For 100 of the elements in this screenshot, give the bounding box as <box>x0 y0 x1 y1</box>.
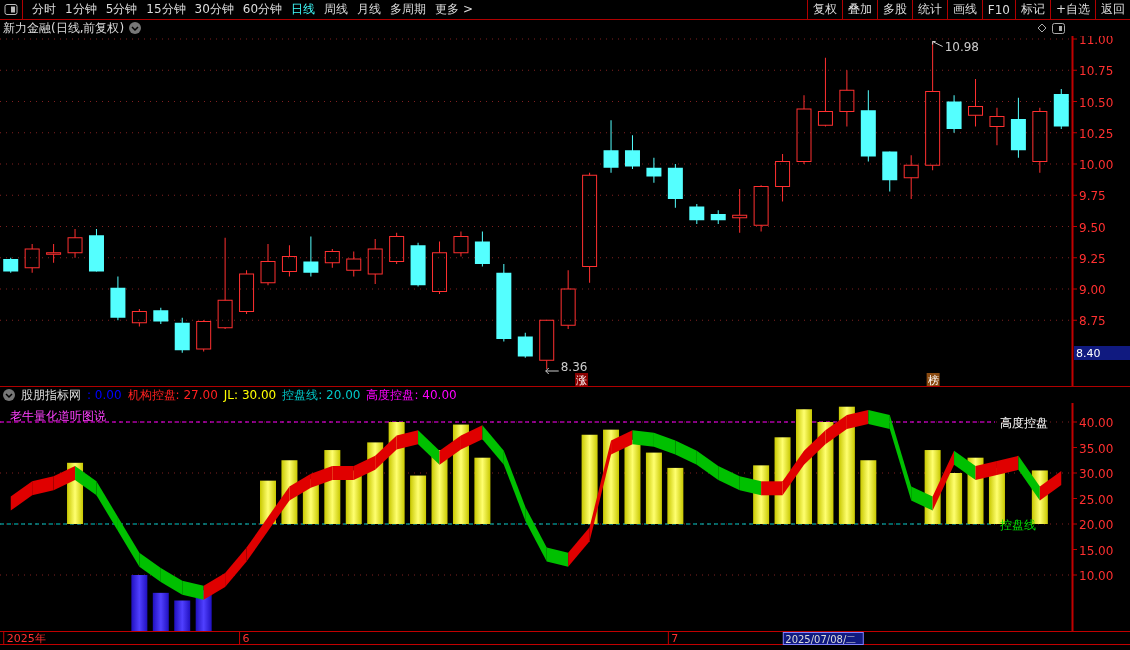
bar <box>131 575 148 631</box>
axis-label: 25.00 <box>1079 492 1114 507</box>
candlestick <box>667 163 683 209</box>
indicator-title: 股朋指标网 <box>21 386 81 404</box>
period-tab[interactable]: 30分钟 <box>194 1 234 18</box>
axis-label: 10.75 <box>1079 64 1114 79</box>
ribbon-segment <box>653 432 676 455</box>
pointer-arrow-icon <box>932 41 944 47</box>
panel-toggle-icon[interactable] <box>1052 22 1065 34</box>
candlestick <box>3 257 19 274</box>
candlestick <box>432 241 447 295</box>
axis-label: 9.00 <box>1079 283 1106 297</box>
candlestick <box>367 238 383 285</box>
candlestick <box>646 157 662 184</box>
candlestick <box>1053 88 1069 130</box>
candlestick <box>131 308 147 327</box>
axis-label: 8.75 <box>1079 314 1106 329</box>
date-label: 2025年 <box>6 632 46 645</box>
legend-item: 机构控盘: 27.00 <box>127 386 218 404</box>
candlestick <box>46 243 62 264</box>
axis-label: 15.00 <box>1079 543 1114 558</box>
period-tab[interactable]: 分时 <box>32 1 56 18</box>
bar <box>667 467 684 524</box>
dropdown-icon[interactable] <box>3 389 15 401</box>
pointer-arrow-icon <box>545 367 560 375</box>
ribbon-segment <box>696 450 719 480</box>
badge[interactable]: 榜 <box>926 373 940 386</box>
candlestick <box>474 231 490 267</box>
candlestick <box>732 188 748 234</box>
period-tab[interactable]: 15分钟 <box>146 1 186 18</box>
period-tab[interactable]: 多周期 <box>390 1 427 18</box>
candlestick <box>710 209 726 225</box>
date-label: 7 <box>671 632 679 645</box>
period-tab[interactable]: 5分钟 <box>105 1 138 18</box>
axis-label: 40.00 <box>1079 416 1114 430</box>
candlestick <box>1032 107 1048 174</box>
axis-label: 9.75 <box>1079 189 1106 204</box>
axis-label: 35.00 <box>1079 441 1114 456</box>
axis-label: 30.00 <box>1079 467 1114 481</box>
candlestick <box>324 248 340 269</box>
bar <box>410 475 427 524</box>
candlestick <box>539 319 555 370</box>
candlestick <box>453 231 469 257</box>
axis-label: 10.00 <box>1079 569 1114 583</box>
indicator-subtitle: 老牛量化道听图说 <box>10 409 106 423</box>
candlestick <box>946 94 962 134</box>
axis-label: 9.50 <box>1079 220 1106 235</box>
ribbon-segment <box>675 440 697 465</box>
chart-title: 新力金融(日线,前复权) <box>3 19 125 37</box>
cursor-date-label: 2025/07/08/二 <box>782 632 864 645</box>
bar <box>474 457 491 524</box>
ribbon-segment <box>739 476 762 496</box>
candlestick <box>346 251 362 277</box>
legend-item: : 0.00 <box>87 388 122 402</box>
ribbon-segment <box>53 466 76 491</box>
candlestick <box>603 119 619 174</box>
candlestick <box>796 94 812 165</box>
bar <box>645 452 662 524</box>
period-tab[interactable]: 1分钟 <box>65 1 97 18</box>
axis-label: 10.50 <box>1079 95 1114 110</box>
legend-item: 控盘线: 20.00 <box>282 386 361 404</box>
candlestick <box>839 69 855 127</box>
ribbon-segment <box>718 466 740 491</box>
axis-label: 10.00 <box>1079 158 1114 172</box>
candlestick <box>882 151 898 192</box>
candlestick <box>89 228 104 272</box>
high-price-label: 10.98 <box>944 39 979 54</box>
diamond-icon[interactable] <box>1037 23 1047 33</box>
axis-label: 9.25 <box>1079 251 1106 266</box>
period-tab[interactable]: 更多 > <box>435 1 473 18</box>
bar <box>152 592 169 631</box>
candlestick <box>281 244 297 277</box>
period-tab[interactable]: 周线 <box>324 1 349 18</box>
badge[interactable]: 涨 <box>575 373 588 386</box>
dropdown-icon[interactable] <box>129 22 142 34</box>
candlestick <box>903 154 919 200</box>
candlestick <box>517 332 533 359</box>
candlestick <box>410 242 426 287</box>
period-tab[interactable]: 月线 <box>357 1 382 18</box>
ribbon-segment <box>182 580 204 600</box>
candlestick <box>1010 97 1026 159</box>
legend-item: JL: 30.00 <box>223 388 277 402</box>
period-tab[interactable]: 日线 <box>291 1 316 18</box>
candlestick <box>196 319 212 352</box>
candlestick <box>260 243 276 286</box>
candlestick <box>625 134 640 170</box>
candlestick <box>239 269 255 315</box>
date-label: 6 <box>242 632 250 645</box>
bar <box>174 600 191 631</box>
bar <box>860 460 877 524</box>
candlestick <box>174 317 190 354</box>
period-tab[interactable]: 60分钟 <box>242 1 283 18</box>
candlestick <box>153 307 169 325</box>
line-label: 高度控盘 <box>1000 416 1048 430</box>
bar <box>946 473 963 524</box>
ribbon-segment <box>160 568 183 595</box>
candlestick <box>303 236 319 277</box>
candlestick <box>389 232 405 265</box>
legend-item: 高度控盘: 40.00 <box>366 386 457 404</box>
candlestick <box>689 203 705 225</box>
